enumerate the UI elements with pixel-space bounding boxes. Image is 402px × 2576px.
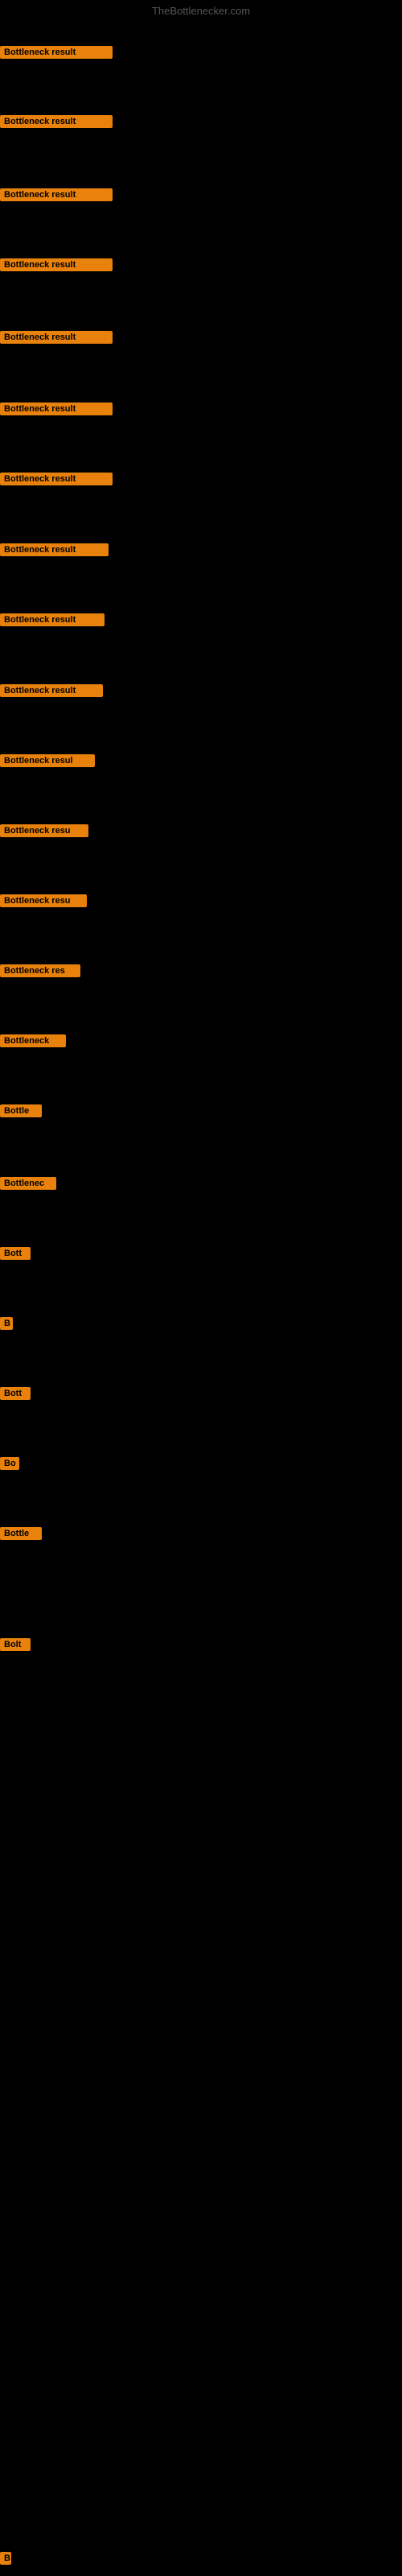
bottleneck-badge-23[interactable]: Bolt bbox=[0, 1638, 31, 1651]
bottleneck-badge-2[interactable]: Bottleneck result bbox=[0, 115, 113, 128]
bottleneck-badge-17[interactable]: Bottlenec bbox=[0, 1177, 56, 1190]
bottleneck-badge-10[interactable]: Bottleneck result bbox=[0, 684, 103, 697]
bottleneck-badge-15[interactable]: Bottleneck bbox=[0, 1034, 66, 1047]
bottleneck-badge-16[interactable]: Bottle bbox=[0, 1104, 42, 1117]
bottleneck-badge-1[interactable]: Bottleneck result bbox=[0, 46, 113, 59]
bottleneck-badge-9[interactable]: Bottleneck result bbox=[0, 613, 105, 626]
bottleneck-badge-3[interactable]: Bottleneck result bbox=[0, 188, 113, 201]
bottleneck-badge-20[interactable]: Bott bbox=[0, 1387, 31, 1400]
bottleneck-badge-13[interactable]: Bottleneck resu bbox=[0, 894, 87, 907]
bottleneck-badge-19[interactable]: B bbox=[0, 1317, 13, 1330]
bottleneck-badge-8[interactable]: Bottleneck result bbox=[0, 543, 109, 556]
bottleneck-badge-21[interactable]: Bo bbox=[0, 1457, 19, 1470]
bottleneck-badge-5[interactable]: Bottleneck result bbox=[0, 331, 113, 344]
bottleneck-badge-24[interactable]: B bbox=[0, 2552, 11, 2565]
bottleneck-badge-22[interactable]: Bottle bbox=[0, 1527, 42, 1540]
bottleneck-badge-4[interactable]: Bottleneck result bbox=[0, 258, 113, 271]
bottleneck-badge-7[interactable]: Bottleneck result bbox=[0, 473, 113, 485]
site-title: TheBottlenecker.com bbox=[0, 5, 402, 17]
bottleneck-badge-18[interactable]: Bott bbox=[0, 1247, 31, 1260]
bottleneck-badge-12[interactable]: Bottleneck resu bbox=[0, 824, 88, 837]
bottleneck-badge-11[interactable]: Bottleneck resul bbox=[0, 754, 95, 767]
bottleneck-badge-14[interactable]: Bottleneck res bbox=[0, 964, 80, 977]
bottleneck-badge-6[interactable]: Bottleneck result bbox=[0, 402, 113, 415]
